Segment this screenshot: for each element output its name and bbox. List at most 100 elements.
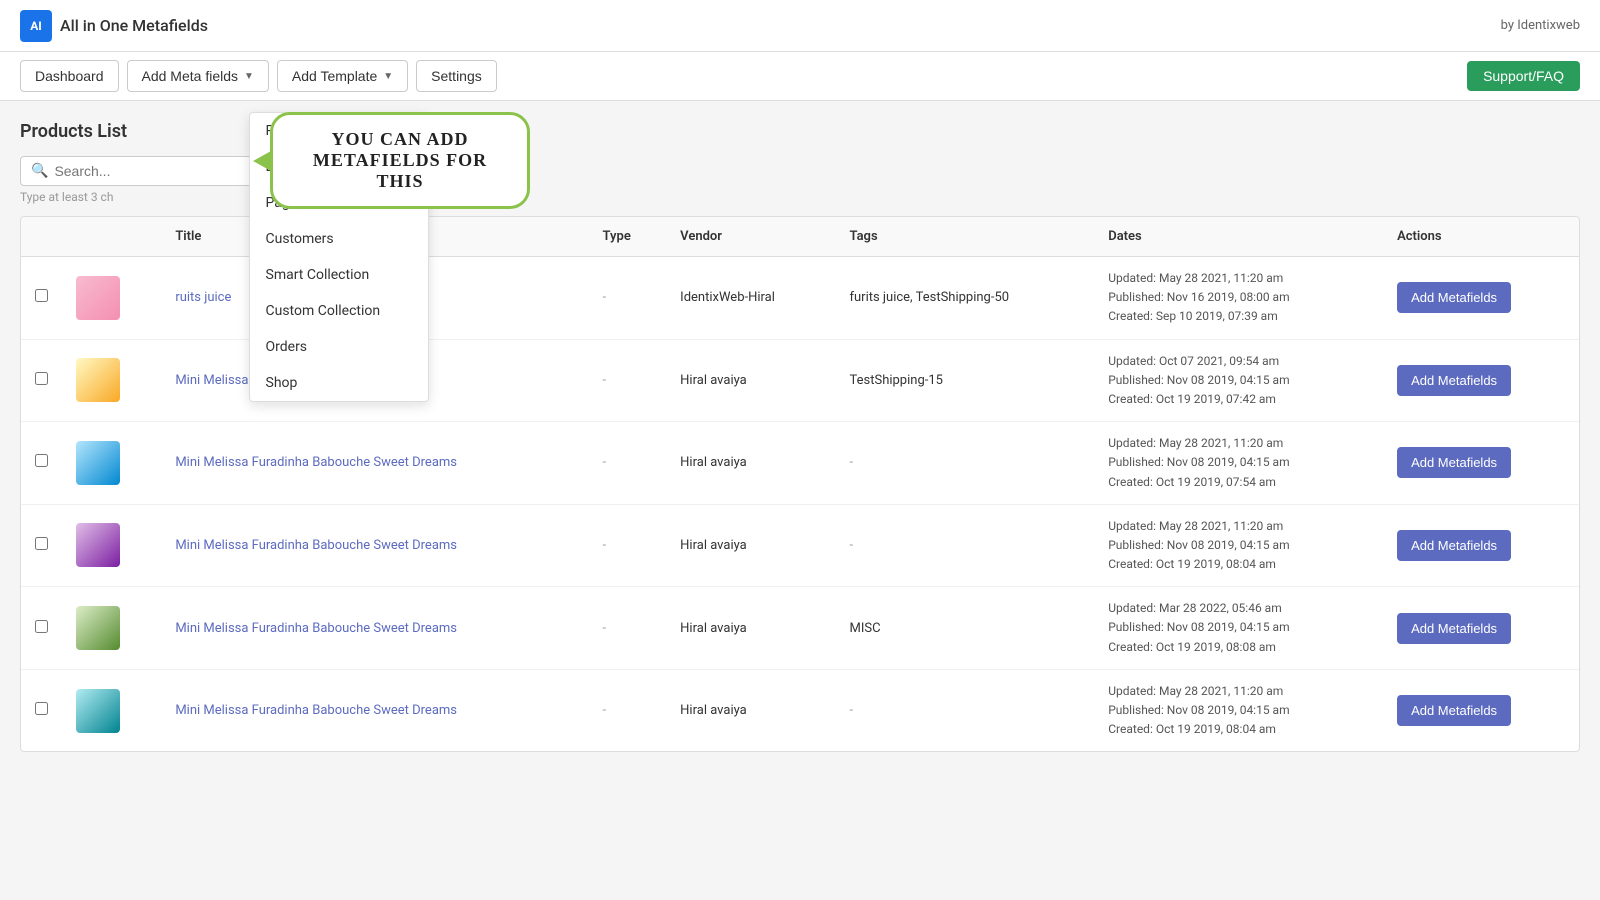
tooltip-bubble: You Can Add Metafields For This xyxy=(270,112,530,209)
row-dates-cell: Updated: May 28 2021, 11:20 amPublished:… xyxy=(1094,669,1383,751)
row-type-cell: - xyxy=(589,669,667,751)
col-checkbox xyxy=(21,217,62,257)
row-tags-cell: - xyxy=(835,504,1094,587)
col-tags: Tags xyxy=(835,217,1094,257)
row-tags-cell: - xyxy=(835,669,1094,751)
row-tags-cell: furits juice, TestShipping-50 xyxy=(835,257,1094,340)
row-vendor-cell: Hiral avaiya xyxy=(666,422,835,505)
product-link[interactable]: Mini Melissa Furadinha Babouche Sweet Dr… xyxy=(175,538,457,553)
dropdown-item-orders[interactable]: Orders xyxy=(250,329,428,365)
product-thumbnail xyxy=(76,606,120,650)
product-thumbnail xyxy=(76,523,120,567)
row-type-cell: - xyxy=(589,339,667,422)
col-actions: Actions xyxy=(1383,217,1579,257)
add-metafields-button[interactable]: Add Metafields xyxy=(1397,365,1511,396)
row-tags-cell: TestShipping-15 xyxy=(835,339,1094,422)
table-row: Mini Melissa Furadinha Babouche Sweet Dr… xyxy=(21,587,1579,670)
add-template-button[interactable]: Add Template ▼ xyxy=(277,60,408,92)
row-title-cell: Mini Melissa Furadinha Babouche Sweet Dr… xyxy=(161,504,588,587)
row-dates-cell: Updated: May 28 2021, 11:20 amPublished:… xyxy=(1094,257,1383,340)
product-thumbnail xyxy=(76,689,120,733)
row-actions-cell: Add Metafields xyxy=(1383,422,1579,505)
row-actions-cell: Add Metafields xyxy=(1383,669,1579,751)
add-metafields-button[interactable]: Add Metafields xyxy=(1397,530,1511,561)
chevron-down-icon-template: ▼ xyxy=(383,71,393,82)
row-vendor-cell: Hiral avaiya xyxy=(666,587,835,670)
row-checkbox-4[interactable] xyxy=(35,537,48,550)
product-link[interactable]: ruits juice xyxy=(175,290,231,305)
search-icon: 🔍 xyxy=(31,163,48,179)
dropdown-item-custom-collection[interactable]: Custom Collection xyxy=(250,293,428,329)
row-vendor-cell: IdentixWeb-Hiral xyxy=(666,257,835,340)
product-thumbnail xyxy=(76,276,120,320)
row-title-cell: Mini Melissa Furadinha Babouche Sweet Dr… xyxy=(161,587,588,670)
chevron-down-icon: ▼ xyxy=(244,71,254,82)
dashboard-button[interactable]: Dashboard xyxy=(20,60,119,92)
row-checkbox-1[interactable] xyxy=(35,289,48,302)
row-tags-cell: - xyxy=(835,422,1094,505)
settings-button[interactable]: Settings xyxy=(416,60,497,92)
row-checkbox-6[interactable] xyxy=(35,702,48,715)
row-checkbox-cell xyxy=(21,339,62,422)
row-checkbox-cell xyxy=(21,257,62,340)
row-actions-cell: Add Metafields xyxy=(1383,587,1579,670)
dropdown-item-customers[interactable]: Customers xyxy=(250,221,428,257)
row-type-cell: - xyxy=(589,257,667,340)
row-type-cell: - xyxy=(589,504,667,587)
add-metafields-button[interactable]: Add Metafields xyxy=(1397,695,1511,726)
table-row: Mini Melissa Furadinha Babouche Sweet Dr… xyxy=(21,422,1579,505)
row-checkbox-cell xyxy=(21,587,62,670)
app-logo: AI xyxy=(20,10,52,42)
row-image-cell xyxy=(62,257,161,340)
add-metafields-button[interactable]: Add Metafields xyxy=(1397,282,1511,313)
row-type-cell: - xyxy=(589,422,667,505)
row-image-cell xyxy=(62,587,161,670)
row-dates-cell: Updated: May 28 2021, 11:20 amPublished:… xyxy=(1094,504,1383,587)
row-checkbox-cell xyxy=(21,669,62,751)
dropdown-item-smart-collection[interactable]: Smart Collection xyxy=(250,257,428,293)
table-row: Mini Melissa Furadinha Babouche Sweet Dr… xyxy=(21,669,1579,751)
col-type: Type xyxy=(589,217,667,257)
content-area: Products List 🔍 Type at least 3 ch Title… xyxy=(0,101,1600,772)
row-checkbox-cell xyxy=(21,504,62,587)
support-faq-button[interactable]: Support/FAQ xyxy=(1467,61,1580,91)
row-vendor-cell: Hiral avaiya xyxy=(666,339,835,422)
add-meta-dropdown-wrapper: Add Meta fields ▼ Products Blogs Pages C… xyxy=(127,60,269,92)
dropdown-item-shop[interactable]: Shop xyxy=(250,365,428,401)
col-image xyxy=(62,217,161,257)
col-vendor: Vendor xyxy=(666,217,835,257)
row-checkbox-3[interactable] xyxy=(35,454,48,467)
table-row: Mini Melissa Furadinha Babouche Sweet Dr… xyxy=(21,504,1579,587)
row-vendor-cell: Hiral avaiya xyxy=(666,669,835,751)
add-metafields-button[interactable]: Add Metafields xyxy=(1397,447,1511,478)
row-image-cell xyxy=(62,504,161,587)
product-thumbnail xyxy=(76,358,120,402)
col-dates: Dates xyxy=(1094,217,1383,257)
row-dates-cell: Updated: Mar 28 2022, 05:46 amPublished:… xyxy=(1094,587,1383,670)
top-bar-left: AI All in One Metafields xyxy=(20,10,208,42)
product-link[interactable]: Mini Melissa Furadinha Babouche Sweet Dr… xyxy=(175,455,457,470)
row-checkbox-5[interactable] xyxy=(35,620,48,633)
row-actions-cell: Add Metafields xyxy=(1383,339,1579,422)
row-title-cell: Mini Melissa Furadinha Babouche Sweet Dr… xyxy=(161,422,588,505)
row-tags-cell: MISC xyxy=(835,587,1094,670)
product-link[interactable]: Mini Melissa Furadinha Babouche Sweet Dr… xyxy=(175,621,457,636)
row-checkbox-2[interactable] xyxy=(35,372,48,385)
row-checkbox-cell xyxy=(21,422,62,505)
app-title: All in One Metafields xyxy=(60,16,208,35)
row-dates-cell: Updated: May 28 2021, 11:20 amPublished:… xyxy=(1094,422,1383,505)
row-image-cell xyxy=(62,339,161,422)
product-link[interactable]: Mini Melissa Furadinha Babouche Sweet Dr… xyxy=(175,703,457,718)
row-type-cell: - xyxy=(589,587,667,670)
row-image-cell xyxy=(62,422,161,505)
nav-bar: Dashboard Add Meta fields ▼ Products Blo… xyxy=(0,52,1600,101)
row-dates-cell: Updated: Oct 07 2021, 09:54 amPublished:… xyxy=(1094,339,1383,422)
row-actions-cell: Add Metafields xyxy=(1383,504,1579,587)
row-actions-cell: Add Metafields xyxy=(1383,257,1579,340)
add-meta-button[interactable]: Add Meta fields ▼ xyxy=(127,60,269,92)
row-title-cell: Mini Melissa Furadinha Babouche Sweet Dr… xyxy=(161,669,588,751)
product-thumbnail xyxy=(76,441,120,485)
by-label: by Identixweb xyxy=(1501,18,1580,33)
add-metafields-button[interactable]: Add Metafields xyxy=(1397,613,1511,644)
row-vendor-cell: Hiral avaiya xyxy=(666,504,835,587)
